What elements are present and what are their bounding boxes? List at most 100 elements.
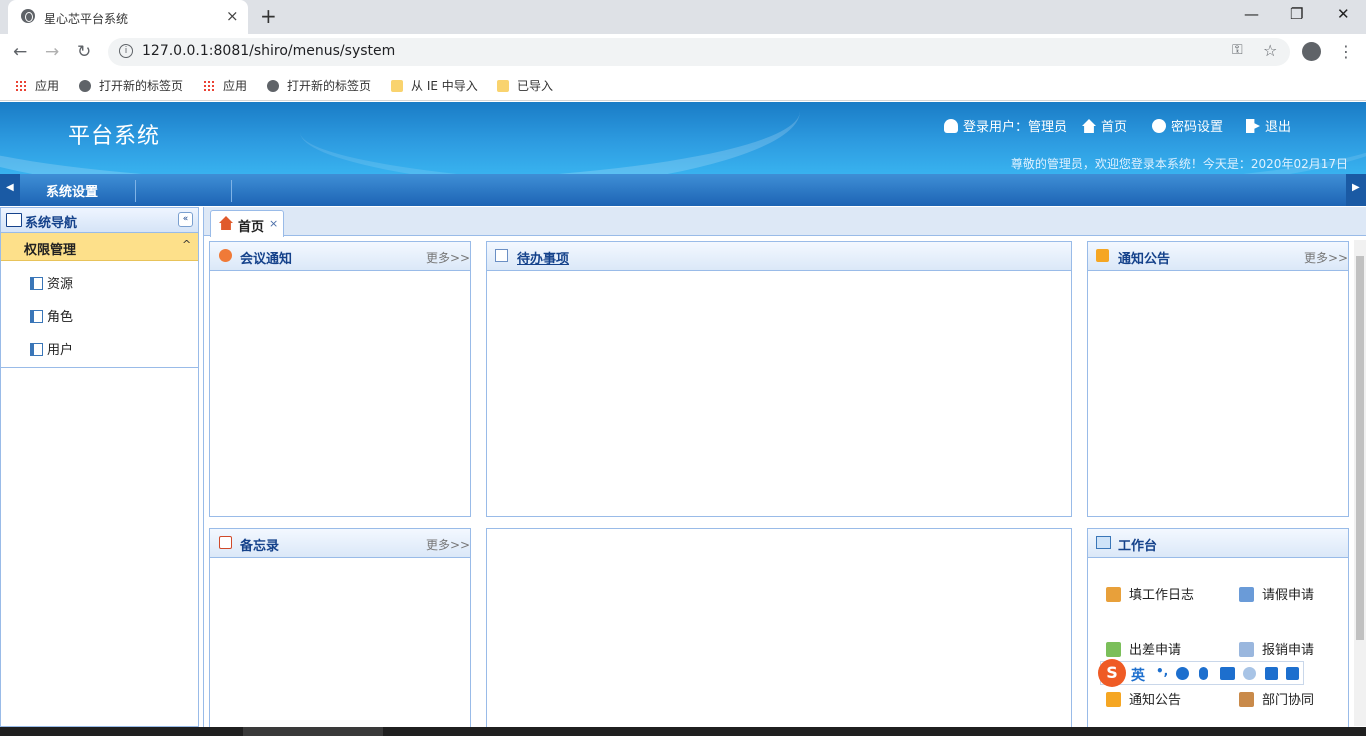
folder-icon — [497, 80, 509, 92]
user-icon[interactable] — [1243, 667, 1256, 680]
maximize-button[interactable]: ❐ — [1290, 5, 1303, 23]
sidebar-item-users[interactable]: 用户 — [30, 339, 73, 358]
apps-grid-icon — [203, 80, 215, 92]
user-icon — [944, 119, 958, 133]
menu-kebab-icon[interactable]: ⋮ — [1338, 42, 1354, 61]
home-icon — [219, 216, 233, 230]
content-tabbar — [204, 207, 1366, 236]
grid-icon[interactable] — [1286, 667, 1299, 680]
address-bar[interactable]: i 127.0.0.1:8081/shiro/menus/system ⚿ ☆ — [108, 38, 1290, 66]
back-button[interactable]: ← — [13, 42, 27, 62]
bookmark-ie-import[interactable]: 从 IE 中导入 — [391, 77, 478, 94]
emoji-icon[interactable] — [1176, 667, 1189, 680]
workbench-item-travel[interactable]: 出差申请 — [1106, 639, 1181, 658]
bookmark-apps[interactable]: 应用 — [15, 77, 59, 94]
table-icon — [30, 277, 43, 290]
panel-title: 备忘录 — [240, 539, 280, 554]
minimize-button[interactable]: — — [1244, 5, 1259, 23]
sidebar-group-title[interactable]: 权限管理 — [24, 239, 76, 258]
more-link[interactable]: 更多>> — [426, 249, 470, 266]
sidebar-divider — [1, 367, 198, 368]
browser-tab[interactable]: 星心芯平台系统 × — [8, 0, 248, 34]
panel-header — [487, 242, 1071, 271]
sidebar-item-roles[interactable]: 角色 — [30, 306, 73, 325]
folder-icon — [391, 80, 403, 92]
bookmark-imported[interactable]: 已导入 — [497, 77, 553, 94]
workbench-item-notice[interactable]: 通知公告 — [1106, 689, 1181, 708]
speaker-icon — [219, 249, 232, 262]
speaker-icon — [1106, 692, 1121, 707]
logout-icon — [1246, 119, 1260, 133]
pencil-icon — [1106, 587, 1121, 602]
home-icon — [1082, 119, 1096, 133]
ime-mode-toggle[interactable]: 英 — [1131, 665, 1145, 685]
profile-icon[interactable] — [1302, 42, 1321, 61]
welcome-message: 尊敬的管理员，欢迎您登录本系统！今天是：2020年02月17日 — [1010, 157, 1348, 171]
workbench-item-expense[interactable]: 报销申请 — [1239, 639, 1314, 658]
app-logo: 平台系统 — [68, 124, 161, 149]
globe-icon — [21, 9, 35, 23]
panel-memo — [209, 528, 471, 728]
panel-meeting-notice — [209, 241, 471, 517]
collapse-sidebar-button[interactable]: « — [178, 212, 193, 227]
close-window-button[interactable]: ✕ — [1337, 5, 1350, 23]
table-icon — [30, 343, 43, 356]
chevron-right-icon[interactable]: ▶ — [1352, 182, 1360, 193]
book-icon — [6, 213, 22, 227]
panel-title: 通知公告 — [1118, 252, 1171, 267]
key-icon[interactable]: ⚿ — [1232, 42, 1243, 58]
star-icon[interactable]: ☆ — [1263, 41, 1277, 60]
globe-icon — [79, 80, 91, 92]
menu-system-settings[interactable]: 系统设置 — [46, 181, 98, 200]
browser-tab-title: 星心芯平台系统 — [44, 12, 129, 26]
people-icon — [1239, 692, 1254, 707]
forward-button[interactable]: → — [45, 42, 59, 62]
panel-title-link[interactable]: 待办事项 — [517, 248, 569, 267]
gear-icon — [1152, 119, 1166, 133]
chevron-up-icon[interactable]: ^ — [182, 238, 191, 251]
tab-close-icon[interactable]: × — [269, 217, 278, 230]
table-icon — [30, 310, 43, 323]
keyboard-icon[interactable] — [1220, 667, 1235, 680]
menu-divider — [135, 180, 136, 202]
workbench-item-worklog[interactable]: 填工作日志 — [1106, 584, 1194, 603]
logout-link[interactable]: 退出 — [1246, 116, 1291, 135]
bookmark-new-tab[interactable]: 打开新的标签页 — [79, 77, 183, 94]
reload-button[interactable]: ↻ — [77, 42, 91, 62]
panel-title: 工作台 — [1118, 539, 1158, 554]
panel-title: 会议通知 — [240, 252, 293, 267]
microphone-icon[interactable] — [1199, 667, 1208, 680]
panel-announcement — [1087, 241, 1349, 517]
edit-icon — [495, 249, 508, 262]
chevron-left-icon[interactable]: ◀ — [6, 182, 14, 193]
new-tab-button[interactable]: + — [260, 4, 277, 28]
login-user: 登录用户：管理员 — [944, 116, 1067, 135]
password-settings-link[interactable]: 密码设置 — [1152, 116, 1223, 135]
more-link[interactable]: 更多>> — [1304, 249, 1348, 266]
sidebar-item-resources[interactable]: 资源 — [30, 273, 73, 292]
sogou-logo-icon[interactable]: S — [1098, 659, 1126, 687]
workbench-item-leave[interactable]: 请假申请 — [1239, 584, 1314, 603]
taskbar-window[interactable] — [243, 727, 383, 736]
tab-home-label: 首页 — [238, 220, 265, 235]
more-link[interactable]: 更多>> — [426, 536, 470, 553]
os-taskbar — [0, 727, 1366, 736]
punctuation-icon[interactable]: •, — [1156, 664, 1168, 678]
shirt-icon[interactable] — [1265, 667, 1278, 680]
panel-todo — [486, 241, 1072, 517]
bookmark-apps-2[interactable]: 应用 — [203, 77, 247, 94]
tab-close-icon[interactable]: × — [226, 7, 239, 25]
globe-icon — [267, 80, 279, 92]
home-link[interactable]: 首页 — [1082, 116, 1127, 135]
workbench-item-collab[interactable]: 部门协同 — [1239, 689, 1314, 708]
scrollbar-thumb[interactable] — [1356, 256, 1364, 640]
apps-grid-icon — [15, 80, 27, 92]
document-icon — [1239, 587, 1254, 602]
main-menubar — [0, 174, 1366, 206]
tab-home[interactable]: 首页 × — [210, 210, 284, 237]
site-info-icon[interactable]: i — [119, 44, 133, 58]
monitor-icon — [1096, 536, 1111, 549]
mail-icon — [1106, 642, 1121, 657]
bookmark-new-tab-2[interactable]: 打开新的标签页 — [267, 77, 371, 94]
url-text[interactable]: 127.0.0.1:8081/shiro/menus/system — [142, 43, 395, 59]
